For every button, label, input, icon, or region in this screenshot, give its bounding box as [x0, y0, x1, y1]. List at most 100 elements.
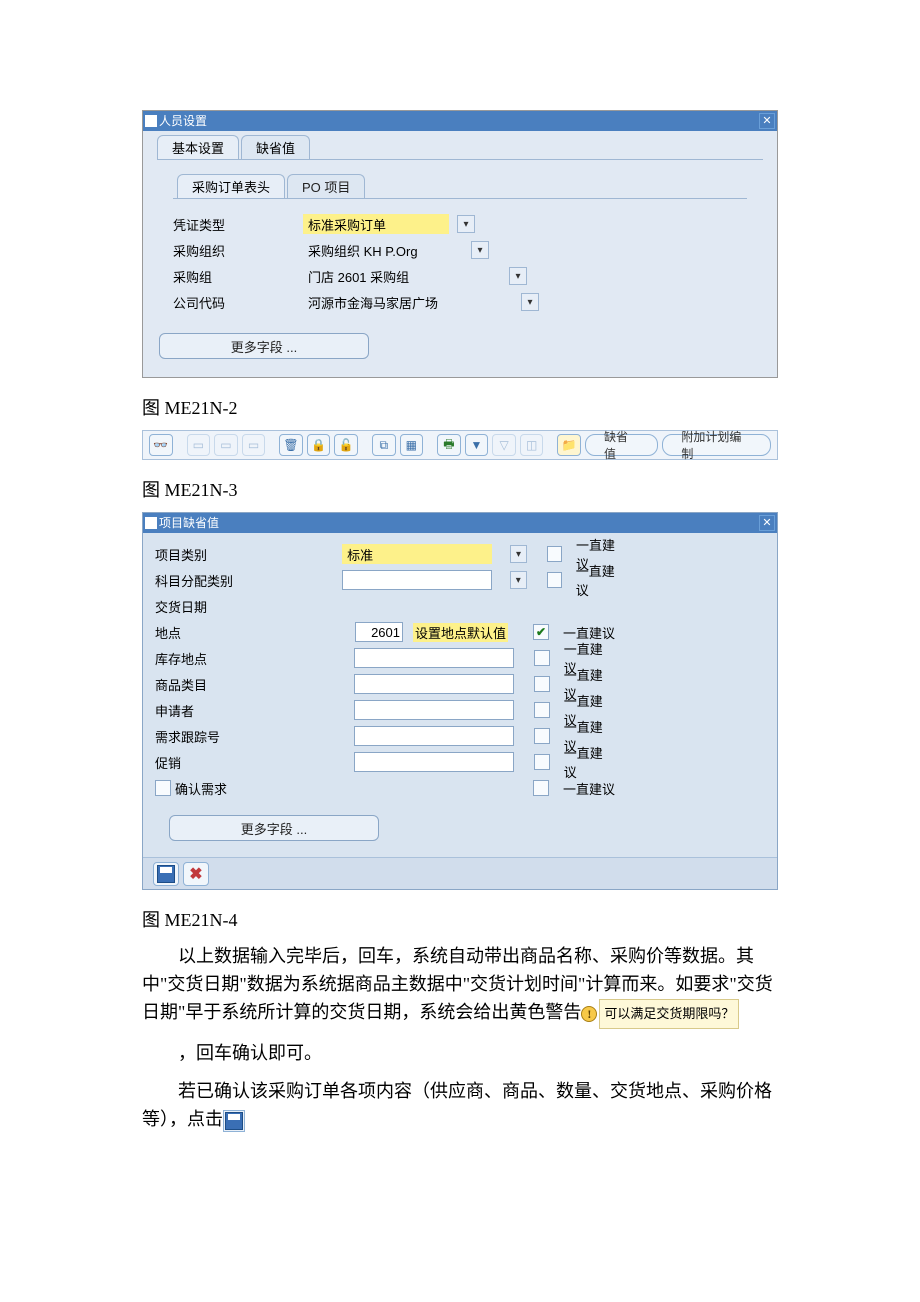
- suggest-checkbox[interactable]: [547, 572, 562, 588]
- confirm-req-checkbox[interactable]: [155, 780, 171, 796]
- field-label: 需求跟踪号: [155, 727, 344, 746]
- field-input[interactable]: [354, 726, 513, 746]
- item-defaults-fields: 项目类别 标准 ▾ 一直建议 科目分配类别 ▾ 一直建议 交货日期: [143, 533, 777, 857]
- close-icon[interactable]: ✕: [759, 113, 775, 129]
- field-row: 项目类别 标准 ▾ 一直建议: [155, 541, 765, 567]
- field-value[interactable]: 门店 2601 采购组: [303, 266, 501, 286]
- field-value[interactable]: 河源市金海马家居广场: [303, 292, 513, 312]
- field-input[interactable]: [354, 648, 513, 668]
- field-value[interactable]: 标准采购订单: [303, 214, 449, 234]
- suggest-checkbox[interactable]: [534, 676, 550, 692]
- suggest-label: 一直建议: [564, 743, 616, 781]
- panel-titlebar: 项目缺省值 ✕: [143, 513, 777, 533]
- panel-titlebar: 人员设置 ✕: [143, 111, 777, 131]
- field-input[interactable]: [354, 700, 513, 720]
- inline-save-button[interactable]: [223, 1110, 245, 1132]
- field-value[interactable]: 标准: [342, 544, 492, 564]
- panel-title: 项目缺省值: [159, 513, 219, 533]
- field-row: 公司代码 河源市金海马家居广场 ▾: [173, 289, 747, 315]
- field-label: 确认需求: [175, 779, 227, 798]
- add-plan-button[interactable]: 附加计划编制: [662, 434, 771, 456]
- flag-icon[interactable]: ▼: [465, 434, 489, 456]
- chart-icon[interactable]: ◫: [520, 434, 544, 456]
- dropdown-icon[interactable]: ▾: [471, 241, 489, 259]
- toolbar-icon[interactable]: ▭: [187, 434, 211, 456]
- save-icon: [225, 1112, 243, 1130]
- body-paragraph: 若已确认该采购订单各项内容（供应商、商品、数量、交货地点、采购价格等），点击: [142, 1077, 778, 1133]
- field-row: 申请者 一直建议: [155, 697, 765, 723]
- field-label: 采购组: [173, 267, 303, 286]
- trash-icon[interactable]: 🗑: [279, 434, 303, 456]
- tab-po-header[interactable]: 采购订单表头: [177, 174, 285, 198]
- copy-icon[interactable]: ⧉: [372, 434, 396, 456]
- document-icon: [145, 517, 157, 529]
- field-label: 促销: [155, 753, 344, 772]
- suggest-checkbox[interactable]: [534, 702, 550, 718]
- field-label: 采购组织: [173, 241, 303, 260]
- suggest-checkbox[interactable]: [534, 728, 550, 744]
- defaults-button[interactable]: 缺省值: [585, 434, 658, 456]
- field-input[interactable]: [354, 674, 513, 694]
- field-label: 申请者: [155, 701, 344, 720]
- field-label: 交货日期: [155, 597, 345, 616]
- main-tabstrip: 基本设置 缺省值: [157, 137, 777, 159]
- field-label: 公司代码: [173, 293, 303, 312]
- panel-title: 人员设置: [159, 111, 207, 131]
- figure-label: 图 ME21N-4: [142, 906, 778, 932]
- sap-toolbar: 👓 ▭ ▭ ▭ 🗑 🔒 🔓 ⧉ ▦ 🖶 ▼ ▽ ◫ 📁 缺省值 附加计划编制: [142, 430, 778, 460]
- print-icon[interactable]: 🖶: [437, 434, 461, 456]
- suggest-checkbox[interactable]: [534, 650, 550, 666]
- field-input[interactable]: 2601: [355, 622, 403, 642]
- warning-text: 可以满足交货期限吗？: [599, 999, 739, 1029]
- tab-basic-settings[interactable]: 基本设置: [157, 135, 239, 159]
- cancel-icon: ✖: [189, 864, 202, 884]
- dropdown-icon[interactable]: ▾: [510, 545, 527, 563]
- dropdown-icon[interactable]: ▾: [509, 267, 527, 285]
- suggest-checkbox[interactable]: [534, 754, 550, 770]
- field-row: 库存地点 一直建议: [155, 645, 765, 671]
- warning-strip: !可以满足交货期限吗？: [581, 999, 739, 1029]
- body-paragraph: 以上数据输入完毕后，回车，系统自动带出商品名称、采购价等数据。其中"交货日期"数…: [142, 942, 778, 1029]
- field-row: 凭证类型 标准采购订单 ▾: [173, 211, 747, 237]
- field-row: 确认需求 一直建议: [155, 775, 765, 801]
- save-button[interactable]: [153, 862, 179, 886]
- field-label: 项目类别: [155, 545, 332, 564]
- figure-label: 图 ME21N-2: [142, 394, 778, 420]
- field-label: 地点: [155, 623, 345, 642]
- field-row: 采购组 门店 2601 采购组 ▾: [173, 263, 747, 289]
- document-icon: [145, 115, 157, 127]
- folder-icon[interactable]: 📁: [557, 434, 581, 456]
- field-row: 促销 一直建议: [155, 749, 765, 775]
- filter-icon[interactable]: ▽: [492, 434, 516, 456]
- personal-settings-panel: 人员设置 ✕ 基本设置 缺省值 采购订单表头 PO 项目 凭证类型 标准采购订单…: [142, 110, 778, 378]
- field-input[interactable]: [342, 570, 491, 590]
- field-input[interactable]: [354, 752, 513, 772]
- tab-defaults[interactable]: 缺省值: [241, 135, 310, 159]
- field-value[interactable]: 采购组织 KH P.Org: [303, 240, 463, 260]
- dropdown-icon[interactable]: ▾: [521, 293, 539, 311]
- field-row: 需求跟踪号 一直建议: [155, 723, 765, 749]
- figure-label: 图 ME21N-3: [142, 476, 778, 502]
- cancel-button[interactable]: ✖: [183, 862, 209, 886]
- dropdown-icon[interactable]: ▾: [510, 571, 527, 589]
- more-fields-button[interactable]: 更多字段 ...: [169, 815, 379, 841]
- suggest-checkbox[interactable]: [533, 624, 549, 640]
- field-label: 凭证类型: [173, 215, 303, 234]
- field-row: 交货日期: [155, 593, 765, 619]
- suggest-checkbox[interactable]: [533, 780, 549, 796]
- grid-icon[interactable]: ▦: [400, 434, 424, 456]
- toolbar-icon[interactable]: ▭: [214, 434, 238, 456]
- field-row: 地点 2601 设置地点默认值 一直建议: [155, 619, 765, 645]
- unlock-icon[interactable]: 🔓: [334, 434, 358, 456]
- header-defaults-fields: 凭证类型 标准采购订单 ▾ 采购组织 采购组织 KH P.Org ▾ 采购组 门…: [143, 211, 777, 323]
- lock-icon[interactable]: 🔒: [307, 434, 331, 456]
- suggest-checkbox[interactable]: [547, 546, 562, 562]
- close-icon[interactable]: ✕: [759, 515, 775, 531]
- save-icon: [157, 865, 175, 883]
- glasses-icon[interactable]: 👓: [149, 434, 173, 456]
- toolbar-icon[interactable]: ▭: [242, 434, 266, 456]
- dropdown-icon[interactable]: ▾: [457, 215, 475, 233]
- tab-po-item[interactable]: PO 项目: [287, 174, 365, 198]
- field-label: 商品类目: [155, 675, 344, 694]
- more-fields-button[interactable]: 更多字段 ...: [159, 333, 369, 359]
